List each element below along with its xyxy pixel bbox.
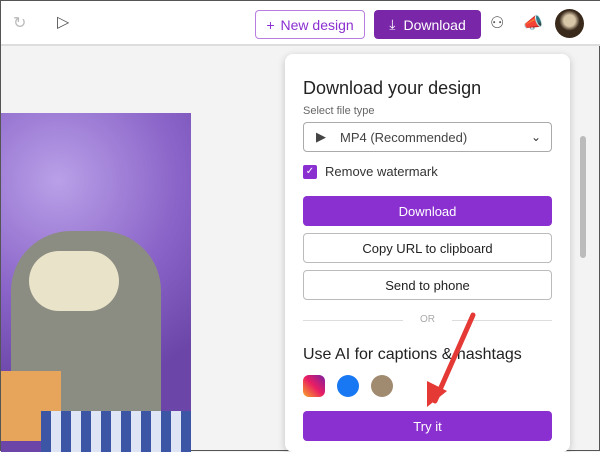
ai-captions-title: Use AI for captions & hashtags	[303, 346, 522, 363]
new-design-button[interactable]: + New design	[255, 10, 365, 39]
panel-title: Download your design	[303, 78, 482, 98]
plus-icon: +	[266, 16, 275, 33]
chevron-down-icon: ⌄	[530, 130, 541, 144]
megaphone-icon[interactable]: 📣	[523, 13, 543, 33]
remove-watermark-checkbox[interactable]: ✓ Remove watermark	[303, 164, 438, 179]
remove-watermark-label: Remove watermark	[325, 164, 438, 179]
raccoon-face	[29, 251, 119, 311]
facebook-icon[interactable]	[337, 375, 359, 397]
copy-url-button[interactable]: Copy URL to clipboard	[303, 233, 552, 263]
redo-icon[interactable]: ↻	[13, 13, 26, 33]
shapes-icon[interactable]: ⚇	[490, 13, 504, 33]
linkedin-profile-icon[interactable]	[371, 375, 393, 397]
new-design-label: New design	[280, 16, 354, 33]
red-arrow-annotation	[427, 312, 476, 407]
send-to-phone-button[interactable]: Send to phone	[303, 270, 552, 300]
panel-download-button[interactable]: Download	[303, 196, 552, 226]
download-button[interactable]: ⤓ Download	[374, 10, 481, 39]
checkmark-icon: ✓	[303, 164, 317, 179]
instagram-icon[interactable]	[303, 375, 325, 397]
try-it-button[interactable]: Try it	[303, 411, 552, 441]
file-type-value: MP4 (Recommended)	[340, 129, 468, 145]
scrollbar[interactable]	[580, 136, 586, 258]
download-icon: ⤓	[389, 16, 396, 32]
file-type-label: Select file type	[303, 105, 375, 117]
file-type-select[interactable]: ▶ MP4 (Recommended) ⌄	[303, 122, 552, 152]
tablecloth-illustration	[41, 411, 191, 452]
avatar[interactable]	[555, 9, 584, 38]
download-label: Download	[403, 16, 466, 33]
top-toolbar: ↻ ▷ + New design ⤓ Download ⚇ 📣	[1, 1, 600, 46]
play-icon[interactable]: ▷	[57, 12, 69, 32]
video-icon: ▶	[316, 129, 326, 144]
